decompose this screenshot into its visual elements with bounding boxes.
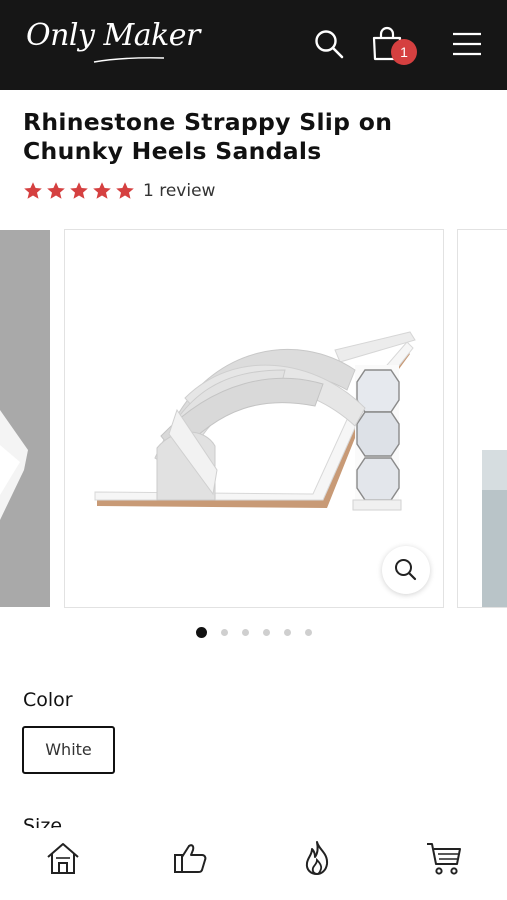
next-slide-image xyxy=(482,450,507,607)
previous-slide-image xyxy=(0,230,50,607)
site-header: Only Maker 1 xyxy=(0,0,507,90)
thumbs-up-icon[interactable] xyxy=(170,838,210,878)
gallery-pagination[interactable] xyxy=(196,627,312,638)
pagination-dot[interactable] xyxy=(221,629,228,636)
star-icon xyxy=(70,182,88,199)
size-label: Size xyxy=(23,815,63,829)
color-option-white[interactable]: White xyxy=(22,726,115,774)
gallery-slide-main[interactable] xyxy=(64,229,444,608)
star-icon xyxy=(116,182,134,199)
bottom-navigation xyxy=(0,828,507,900)
cart-count-badge: 1 xyxy=(391,39,417,65)
home-icon[interactable] xyxy=(43,838,83,878)
pagination-dot[interactable] xyxy=(305,629,312,636)
product-rating[interactable]: 1 review xyxy=(23,180,215,202)
gallery-slide-previous[interactable] xyxy=(0,230,50,607)
flame-icon[interactable] xyxy=(297,838,337,878)
logo[interactable]: Only Maker xyxy=(26,18,200,53)
rating-stars xyxy=(23,181,135,201)
star-icon xyxy=(24,182,42,199)
cart-icon[interactable] xyxy=(424,838,464,878)
gallery-slide-next[interactable] xyxy=(457,229,507,608)
star-icon xyxy=(93,182,111,199)
review-count[interactable]: 1 review xyxy=(143,181,215,201)
pagination-dot[interactable] xyxy=(242,629,249,636)
magnifier-icon xyxy=(395,559,417,581)
pagination-dot[interactable] xyxy=(284,629,291,636)
product-title: Rhinestone Strappy Slip on Chunky Heels … xyxy=(23,108,393,165)
search-icon[interactable] xyxy=(313,28,345,60)
pagination-dot[interactable] xyxy=(263,629,270,636)
zoom-button[interactable] xyxy=(382,546,430,594)
color-label: Color xyxy=(23,689,73,711)
star-icon xyxy=(47,182,65,199)
pagination-dot[interactable] xyxy=(196,627,207,638)
hamburger-menu-icon[interactable] xyxy=(450,30,484,58)
logo-swash xyxy=(93,57,165,63)
